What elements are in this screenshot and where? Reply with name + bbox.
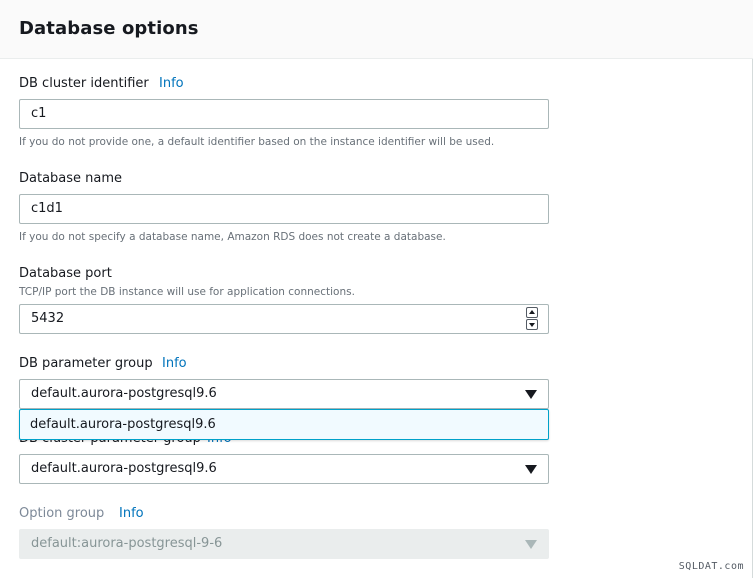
db-parameter-group-selected: default.aurora-postgresql9.6	[31, 386, 217, 401]
db-parameter-group-dropdown: default.aurora-postgresql9.6	[19, 409, 549, 440]
db-parameter-group-info-link[interactable]: Info	[162, 356, 187, 371]
option-group-select: default:aurora-postgresql-9-6	[19, 529, 549, 559]
caret-down-icon	[525, 390, 537, 399]
database-port-value: 5432	[31, 311, 65, 326]
panel-header: Database options	[0, 0, 753, 59]
database-name-value: c1d1	[31, 201, 63, 216]
db-cluster-parameter-group-select[interactable]: default.aurora-postgresql9.6	[19, 454, 549, 484]
option-group-selected: default:aurora-postgresql-9-6	[31, 536, 223, 551]
database-name-hint: If you do not specify a database name, A…	[19, 231, 446, 243]
database-name-input[interactable]: c1d1	[19, 194, 549, 224]
caret-down-icon	[525, 465, 537, 474]
cluster-identifier-label: DB cluster identifier	[19, 76, 149, 91]
database-port-hint: TCP/IP port the DB instance will use for…	[19, 286, 355, 298]
decrement-arrow-icon[interactable]	[526, 319, 538, 330]
watermark: SQLDAT.com	[678, 561, 744, 572]
port-stepper[interactable]	[526, 307, 538, 331]
dropdown-option[interactable]: default.aurora-postgresql9.6	[30, 410, 216, 439]
database-port-input[interactable]: 5432	[19, 304, 549, 334]
database-name-label: Database name	[19, 171, 123, 186]
database-port-label: Database port	[19, 266, 112, 281]
section-title: Database options	[19, 18, 199, 39]
cluster-identifier-input[interactable]: c1	[19, 99, 549, 129]
increment-arrow-icon[interactable]	[526, 307, 538, 318]
cluster-identifier-info-link[interactable]: Info	[159, 76, 184, 91]
option-group-label: Option group	[19, 506, 105, 521]
db-parameter-group-select[interactable]: default.aurora-postgresql9.6	[19, 379, 549, 409]
db-parameter-group-label: DB parameter group	[19, 356, 153, 371]
cluster-identifier-value: c1	[31, 106, 47, 121]
db-cluster-parameter-group-selected: default.aurora-postgresql9.6	[31, 461, 217, 476]
database-options-panel: Database options DB cluster identifier I…	[0, 0, 753, 578]
cluster-identifier-hint: If you do not provide one, a default ide…	[19, 136, 495, 148]
option-group-info-link[interactable]: Info	[119, 506, 144, 521]
caret-down-icon	[525, 540, 537, 549]
